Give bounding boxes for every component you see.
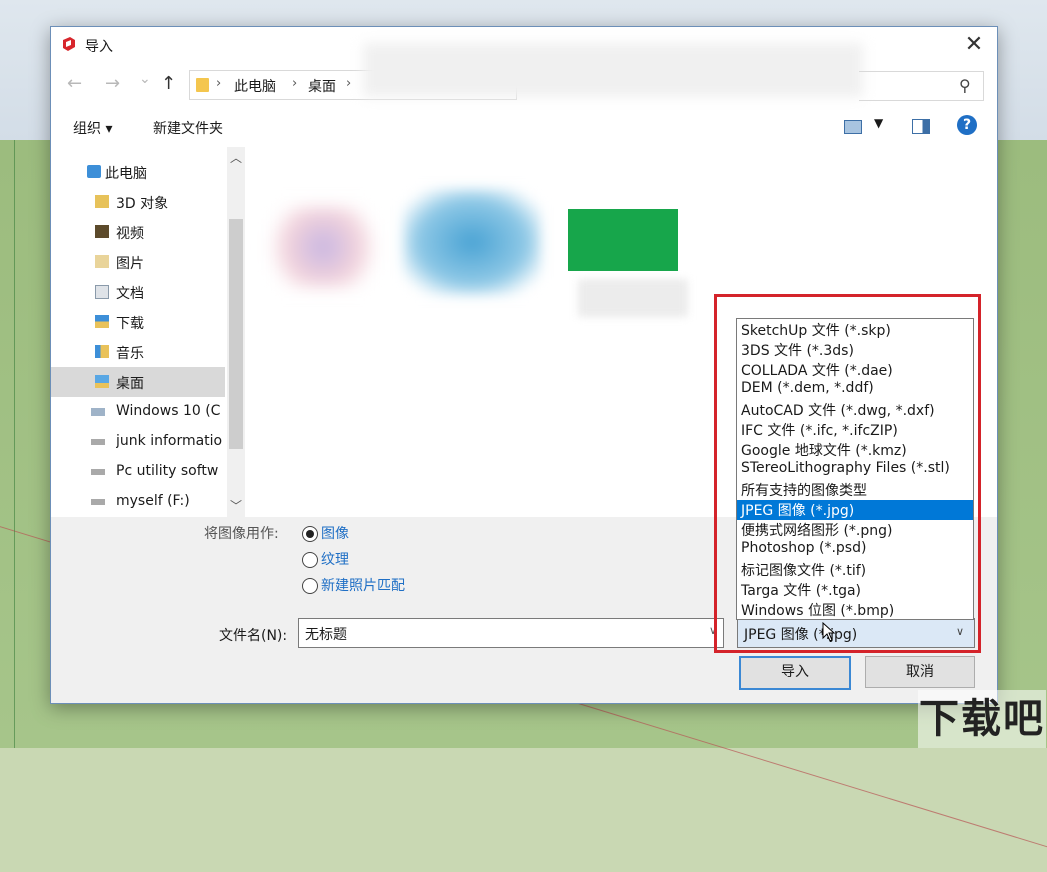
- folder-icon: [196, 78, 209, 92]
- sidebar-item-label: Pc utility softw: [116, 463, 219, 479]
- breadcrumb-separator[interactable]: ›: [292, 76, 297, 91]
- drive-icon: [91, 439, 105, 445]
- forward-arrow-icon[interactable]: →: [105, 73, 120, 94]
- filename-field[interactable]: 无标题: [298, 618, 724, 648]
- preview-pane-icon[interactable]: [912, 119, 930, 134]
- back-arrow-icon[interactable]: ←: [67, 73, 82, 94]
- sidebar-item-videos[interactable]: 视频: [51, 217, 225, 247]
- scrollbar-thumb[interactable]: [229, 219, 243, 449]
- blurred-file-label: [578, 279, 688, 317]
- sketchup-app-icon: [63, 37, 75, 51]
- scroll-up-icon[interactable]: ︿: [227, 149, 245, 166]
- sidebar-item-label: 音乐: [116, 346, 144, 362]
- pc-icon: [87, 165, 101, 178]
- drive-icon: [91, 469, 105, 475]
- video-folder-icon: [95, 225, 109, 238]
- pictures-folder-icon: [95, 255, 109, 268]
- search-box[interactable]: ⚲: [859, 71, 984, 101]
- documents-folder-icon: [95, 285, 109, 299]
- radio-image[interactable]: [302, 526, 318, 542]
- sidebar-item-documents[interactable]: 文档: [51, 277, 225, 307]
- sidebar-item-label: 下载: [116, 316, 144, 332]
- view-options-icon[interactable]: [844, 120, 862, 134]
- os-drive-icon: [91, 408, 105, 416]
- sidebar-item-pictures[interactable]: 图片: [51, 247, 225, 277]
- radio-texture-label[interactable]: 纹理: [321, 549, 349, 569]
- up-arrow-icon[interactable]: ↑: [161, 73, 176, 94]
- close-button[interactable]: ✕: [959, 31, 989, 59]
- file-thumbnail[interactable]: [268, 207, 378, 287]
- new-folder-button[interactable]: 新建文件夹: [153, 118, 223, 138]
- sidebar-item-drive-junk[interactable]: junk informatio: [51, 427, 225, 457]
- file-thumbnail[interactable]: [568, 209, 678, 271]
- music-folder-icon: [95, 345, 109, 358]
- window-title: 导入: [85, 39, 113, 55]
- help-icon[interactable]: ?: [957, 115, 977, 135]
- sidebar-item-drive-pc-utility[interactable]: Pc utility softw: [51, 457, 225, 487]
- breadcrumb-this-pc[interactable]: 此电脑: [234, 76, 276, 96]
- sidebar-item-label: 视频: [116, 226, 144, 242]
- view-dropdown-caret[interactable]: ▼: [874, 116, 883, 130]
- filename-value[interactable]: 无标题: [305, 624, 347, 644]
- navigation-pane: 此电脑 3D 对象 视频 图片 文档 下载 音乐 桌面 Windows 10 (…: [51, 147, 246, 517]
- sidebar-item-label: 图片: [116, 256, 144, 272]
- radio-image-label[interactable]: 图像: [321, 523, 349, 543]
- sidebar-item-label: junk informatio: [116, 433, 223, 449]
- import-button[interactable]: 导入: [739, 656, 851, 690]
- mouse-cursor-icon: [822, 622, 836, 642]
- sidebar-scrollbar[interactable]: ︿ ﹀: [227, 147, 245, 517]
- 3d-objects-icon: [95, 195, 109, 208]
- sidebar-item-label: 文档: [116, 286, 144, 302]
- downloads-folder-icon: [95, 315, 109, 328]
- file-thumbnail[interactable]: [403, 189, 541, 295]
- sidebar-item-this-pc[interactable]: 此电脑: [51, 157, 225, 187]
- green-axis-line: [14, 140, 15, 748]
- command-bar: 组织 ▾ 新建文件夹 ▼ ?: [51, 107, 997, 145]
- scroll-down-icon[interactable]: ﹀: [227, 497, 245, 514]
- desktop-folder-icon: [95, 375, 109, 388]
- sidebar-item-label: Windows 10 (C: [116, 403, 221, 419]
- sidebar-item-label: 3D 对象: [116, 196, 169, 212]
- search-icon: ⚲: [959, 76, 971, 95]
- sidebar-item-drive-f[interactable]: myself (F:): [51, 487, 225, 517]
- cancel-button[interactable]: 取消: [865, 656, 975, 688]
- sidebar-item-label: 此电脑: [105, 166, 147, 182]
- sidebar-item-desktop[interactable]: 桌面: [51, 367, 225, 397]
- sidebar-item-3d-objects[interactable]: 3D 对象: [51, 187, 225, 217]
- use-as-label: 将图像用作:: [204, 526, 279, 542]
- breadcrumb-desktop[interactable]: 桌面: [308, 76, 336, 96]
- filename-label: 文件名(N):: [219, 628, 288, 644]
- sidebar-item-drive-c[interactable]: Windows 10 (C: [51, 397, 225, 427]
- radio-texture[interactable]: [302, 552, 318, 568]
- sidebar-item-label: 桌面: [116, 376, 144, 392]
- organize-button[interactable]: 组织 ▾: [73, 118, 112, 138]
- recent-locations-icon[interactable]: ⌄: [139, 71, 151, 87]
- breadcrumb-separator[interactable]: ›: [346, 76, 351, 91]
- breadcrumb-separator[interactable]: ›: [216, 76, 221, 91]
- sidebar-item-music[interactable]: 音乐: [51, 337, 225, 367]
- blurred-region: [363, 43, 863, 97]
- red-highlight-annotation: [714, 294, 981, 653]
- sidebar-item-downloads[interactable]: 下载: [51, 307, 225, 337]
- sidebar-item-label: myself (F:): [116, 493, 190, 509]
- radio-photo-match-label[interactable]: 新建照片匹配: [321, 575, 405, 595]
- drive-icon: [91, 499, 105, 505]
- radio-photo-match[interactable]: [302, 578, 318, 594]
- watermark-logo: 下载吧: [918, 690, 1046, 748]
